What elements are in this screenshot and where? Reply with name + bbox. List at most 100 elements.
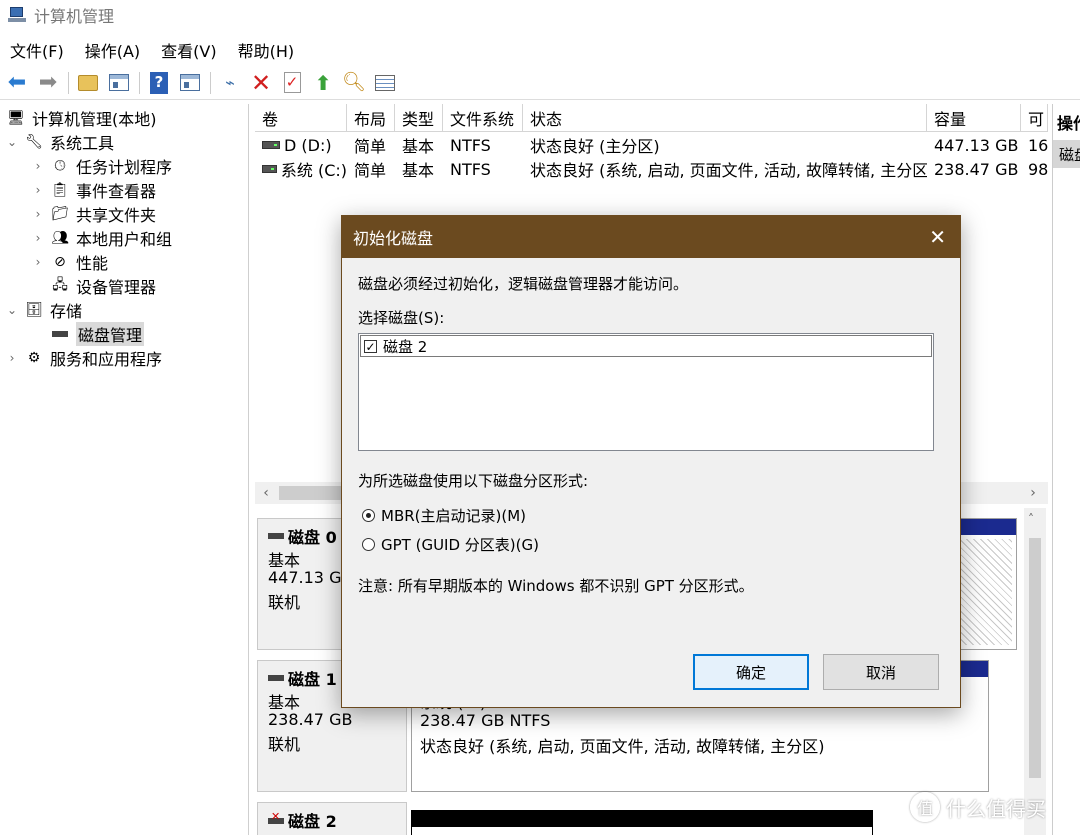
action-pane-icon <box>180 74 200 91</box>
help-button[interactable]: ? <box>146 70 172 96</box>
volume-name: D (D:) <box>284 135 332 155</box>
disk-management-icon <box>50 325 70 343</box>
select-disk-label: 选择磁盘(S): <box>358 309 445 327</box>
disk-2-unallocated[interactable] <box>411 810 873 835</box>
volume-row[interactable]: D (D:) 简单 基本 NTFS 状态良好 (主分区) 447.13 GB 1… <box>255 133 1048 157</box>
delete-icon[interactable]: ✕ <box>248 70 274 96</box>
column-free[interactable]: 可 <box>1021 104 1048 132</box>
disk-2-checkbox[interactable]: ✓ <box>364 339 377 353</box>
list-view-button[interactable] <box>372 70 398 96</box>
watermark: 值 什么值得买 <box>910 792 1046 822</box>
dialog-message: 磁盘必须经过初始化，逻辑磁盘管理器才能访问。 <box>358 275 689 293</box>
action-pane-button[interactable] <box>177 70 203 96</box>
chevron-right-icon[interactable]: › <box>32 255 44 269</box>
volume-free: 98 <box>1028 159 1048 179</box>
event-log-icon: 📋︎ <box>51 182 69 198</box>
tree-item-local-users[interactable]: › 👥︎ 本地用户和组 <box>32 227 172 249</box>
volume-row[interactable]: 系统 (C:) 简单 基本 NTFS 状态良好 (系统, 启动, 页面文件, 活… <box>255 157 1048 181</box>
services-icon: ⚙︎ <box>27 350 41 366</box>
upload-icon[interactable]: ⬆ <box>310 70 336 96</box>
tree-item-root[interactable]: 🖥︎ 计算机管理(本地) <box>6 107 156 129</box>
volume-type: 基本 <box>402 137 435 156</box>
actions-pane: 操作 磁盘管理 <box>1052 104 1080 835</box>
disk-2-card[interactable]: 磁盘 2 <box>257 802 407 835</box>
action-disk-management[interactable]: 磁盘管理 <box>1053 140 1080 168</box>
disk-select-list[interactable]: ✓ 磁盘 2 <box>358 333 934 451</box>
tools-icon: 🔧︎ <box>25 134 43 150</box>
up-folder-button[interactable] <box>75 70 101 96</box>
tree-item-event-viewer[interactable]: › 📋︎ 事件查看器 <box>32 179 156 201</box>
folder-icon <box>78 74 98 91</box>
tree-item-shared-folders[interactable]: › 📁︎ 共享文件夹 <box>32 203 156 225</box>
chevron-up-icon[interactable]: ˄ <box>1028 512 1034 526</box>
connect-button[interactable]: ⌁ <box>217 70 243 96</box>
menu-file[interactable]: 文件(F) <box>10 38 64 62</box>
menu-view[interactable]: 查看(V) <box>161 38 216 62</box>
chevron-right-icon[interactable]: › <box>1024 484 1042 502</box>
close-icon[interactable]: ✕ <box>929 225 946 249</box>
search-icon[interactable]: 🔍︎ <box>341 70 367 96</box>
menu-bar: 文件(F) 操作(A) 查看(V) 帮助(H) <box>0 37 315 63</box>
list-item-disk-2[interactable]: ✓ 磁盘 2 <box>360 335 932 357</box>
properties-button[interactable]: ✓ <box>279 70 305 96</box>
forward-arrow-icon[interactable]: ➡ <box>35 70 61 96</box>
scrollbar-thumb[interactable] <box>1029 538 1041 778</box>
chevron-right-icon[interactable]: › <box>32 183 44 197</box>
volume-filesystem: NTFS <box>450 159 491 179</box>
drive-icon <box>262 165 277 173</box>
volume-layout: 简单 <box>354 161 387 180</box>
disk-icon <box>268 675 284 681</box>
back-arrow-icon[interactable]: ⬅ <box>4 70 30 96</box>
chevron-down-icon[interactable]: ⌄ <box>6 303 18 317</box>
vertical-scrollbar[interactable]: ˄ <box>1024 508 1046 835</box>
disk-not-initialized-icon <box>268 810 284 826</box>
computer-management-icon <box>8 6 26 24</box>
mbr-radio[interactable] <box>362 509 375 522</box>
disk-size: 238.47 GB <box>268 710 353 729</box>
mbr-option[interactable]: MBR(主启动记录)(M) <box>362 505 526 526</box>
chevron-right-icon[interactable]: › <box>32 207 44 221</box>
tree-item-device-manager[interactable]: 🖧︎ 设备管理器 <box>50 275 156 297</box>
properties-icon: ✓ <box>283 72 301 93</box>
ok-button[interactable]: 确定 <box>693 654 809 690</box>
tree-item-storage[interactable]: ⌄ 🗄︎ 存储 <box>6 299 82 321</box>
tree-item-services-apps[interactable]: › ⚙︎ 服务和应用程序 <box>6 347 162 369</box>
column-capacity[interactable]: 容量 <box>927 104 1021 132</box>
tree-item-performance[interactable]: › ⊘ 性能 <box>32 251 108 273</box>
tree-item-task-scheduler[interactable]: › 🕓︎ 任务计划程序 <box>32 155 172 177</box>
show-hide-tree-button[interactable] <box>106 70 132 96</box>
shared-folder-icon: 📁︎ <box>51 206 69 222</box>
window-title: 计算机管理 <box>34 7 115 26</box>
list-icon <box>375 74 395 91</box>
actions-title: 操作 <box>1057 114 1080 133</box>
gpt-note: 注意: 所有早期版本的 Windows 都不识别 GPT 分区形式。 <box>358 577 754 595</box>
gpt-radio[interactable] <box>362 538 375 551</box>
chevron-left-icon[interactable]: ‹ <box>257 484 275 502</box>
column-type[interactable]: 类型 <box>395 104 443 132</box>
console-tree-icon <box>109 74 129 91</box>
column-filesystem[interactable]: 文件系统 <box>443 104 523 132</box>
volume-list-header: 卷 布局 类型 文件系统 状态 容量 可 <box>255 104 1048 132</box>
cancel-button[interactable]: 取消 <box>823 654 939 690</box>
chevron-down-icon[interactable]: ⌄ <box>6 135 18 149</box>
storage-icon: 🗄︎ <box>25 302 43 318</box>
gpt-option[interactable]: GPT (GUID 分区表)(G) <box>362 534 539 555</box>
tree-item-system-tools[interactable]: ⌄ 🔧︎ 系统工具 <box>6 131 114 153</box>
disk-icon <box>268 533 284 539</box>
partition-status: 状态良好 (系统, 启动, 页面文件, 活动, 故障转储, 主分区) <box>420 737 825 756</box>
menu-help[interactable]: 帮助(H) <box>238 38 295 62</box>
column-volume[interactable]: 卷 <box>255 104 347 132</box>
chevron-right-icon[interactable]: › <box>6 351 18 365</box>
chevron-right-icon[interactable]: › <box>32 159 44 173</box>
disk-name: 磁盘 1 <box>288 670 337 689</box>
chevron-right-icon[interactable]: › <box>32 231 44 245</box>
device-manager-icon: 🖧︎ <box>52 277 68 293</box>
volume-status: 状态良好 (系统, 启动, 页面文件, 活动, 故障转储, 主分区) <box>530 161 927 180</box>
dialog-title-bar: 初始化磁盘 ✕ <box>342 216 960 258</box>
menu-action[interactable]: 操作(A) <box>85 38 140 62</box>
dialog-title: 初始化磁盘 <box>353 229 434 248</box>
column-layout[interactable]: 布局 <box>347 104 395 132</box>
tree-item-disk-management[interactable]: 磁盘管理 <box>50 322 145 346</box>
column-status[interactable]: 状态 <box>523 104 927 132</box>
initialize-disk-dialog: 初始化磁盘 ✕ 磁盘必须经过初始化，逻辑磁盘管理器才能访问。 选择磁盘(S): … <box>341 215 961 708</box>
